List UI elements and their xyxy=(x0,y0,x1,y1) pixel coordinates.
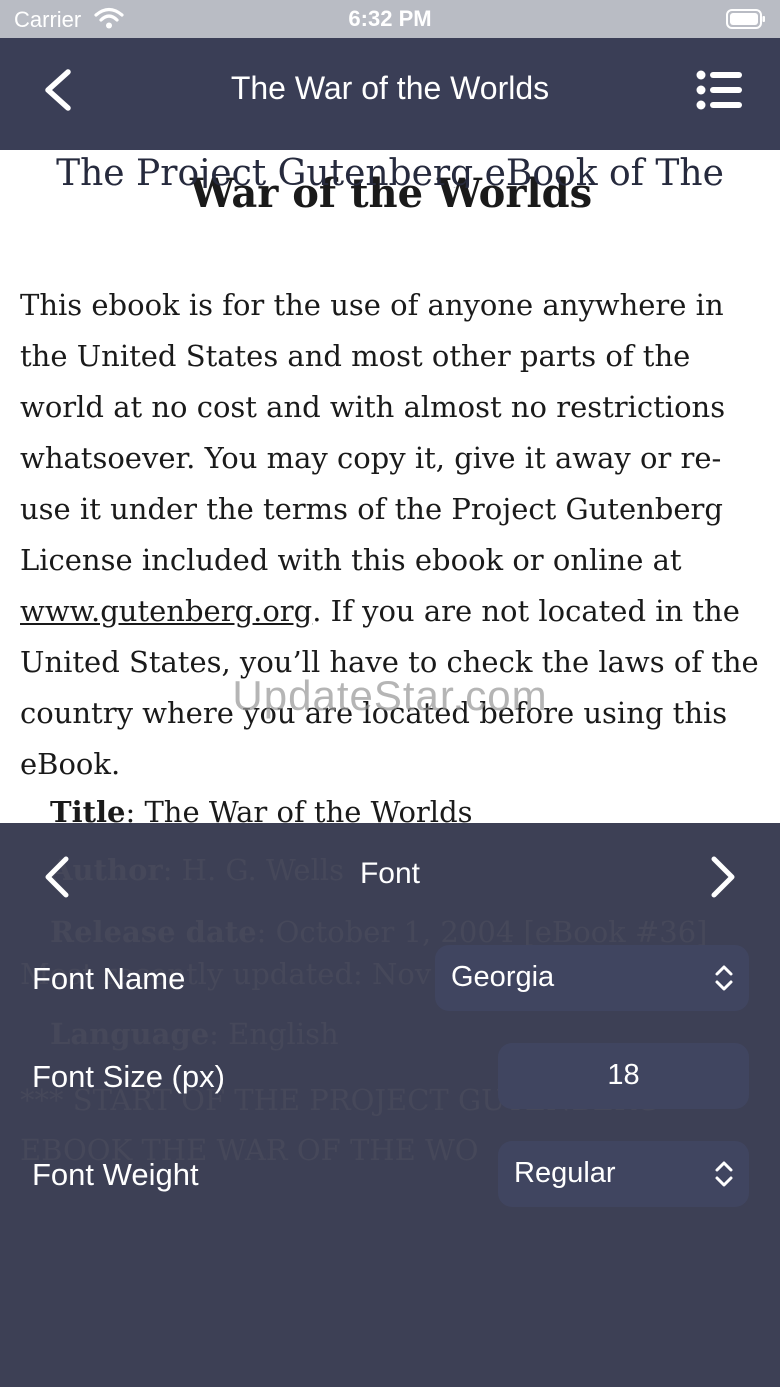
font-name-label: Font Name xyxy=(32,961,186,996)
chevron-left-icon[interactable] xyxy=(40,68,76,112)
paragraph-text-1: This ebook is for the use of anyone anyw… xyxy=(20,288,726,577)
panel-title: Font xyxy=(359,857,421,890)
meta-release-value: : October 1, 2004 [eBook #36] xyxy=(256,915,708,949)
meta-release-line: Release date: October 1, 2004 [eBook #36… xyxy=(50,915,707,949)
font-size-value: 18 xyxy=(607,1059,640,1091)
meta-language-label: Language xyxy=(50,1017,210,1051)
meta-language-line: Language: English xyxy=(50,1017,339,1051)
meta-language-value: : English xyxy=(209,1017,339,1051)
watermark: UpdateStar.com xyxy=(232,672,548,719)
list-icon[interactable] xyxy=(696,70,744,110)
status-bar: Carrier 6:32 PM xyxy=(0,0,780,38)
clock: 6:32 PM xyxy=(348,6,432,31)
font-size-label: Font Size (px) xyxy=(32,1059,225,1094)
chevron-up-down-icon xyxy=(715,965,733,991)
ghost-heading: The Project Gutenberg eBook of The xyxy=(56,153,724,188)
font-name-value: Georgia xyxy=(451,961,555,993)
chevron-up-down-icon xyxy=(715,1161,733,1187)
gutenberg-link[interactable]: www.gutenberg.org xyxy=(20,594,312,628)
meta-release-label: Release date xyxy=(50,915,257,949)
font-name-select[interactable]: Georgia xyxy=(435,945,749,1011)
chevron-right-icon[interactable] xyxy=(706,855,738,899)
font-weight-label: Font Weight xyxy=(32,1157,199,1192)
font-size-field[interactable]: 18 xyxy=(498,1043,749,1109)
font-weight-value: Regular xyxy=(514,1157,616,1189)
nav-title: The War of the Worlds xyxy=(230,70,550,106)
font-settings-panel: Author: H. G. Wells Release date: Octobe… xyxy=(0,823,780,1387)
font-weight-select[interactable]: Regular xyxy=(498,1141,749,1207)
battery-icon xyxy=(726,9,765,29)
nav-bar: The War of the Worlds The Project Gutenb… xyxy=(0,38,780,188)
